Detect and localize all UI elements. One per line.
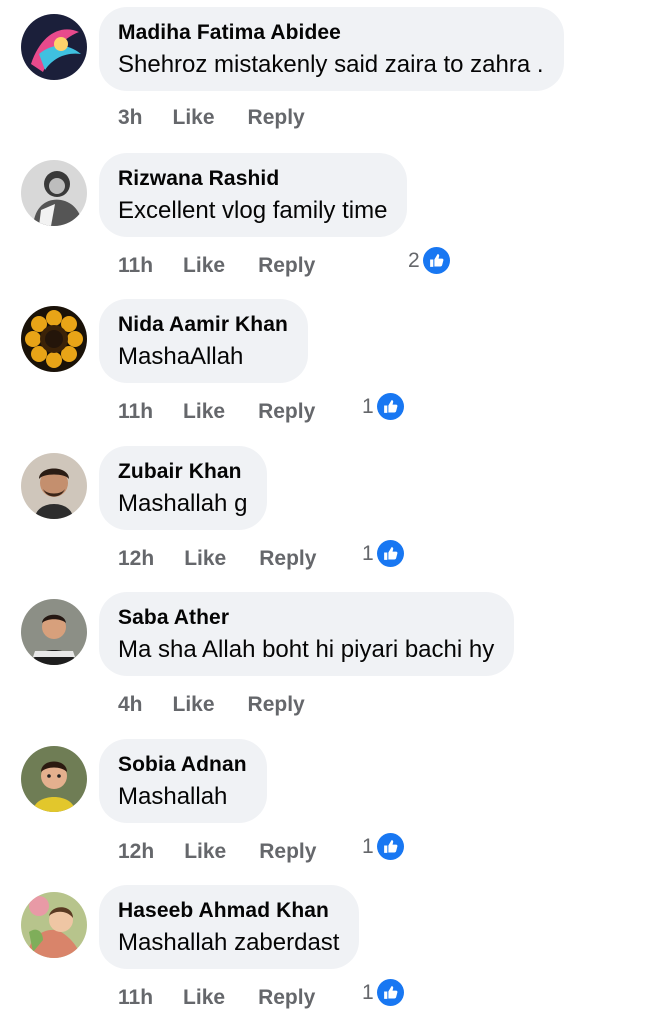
reaction-count: 2: [408, 248, 420, 272]
comment-bubble: Madiha Fatima Abidee Shehroz mistakenly …: [99, 7, 564, 91]
reply-button[interactable]: Reply: [259, 840, 316, 864]
comment-author[interactable]: Sobia Adnan: [118, 752, 247, 778]
reaction-count: 1: [362, 541, 374, 565]
comment-meta: 12h Like Reply: [118, 544, 316, 574]
comment-text: Mashallah: [118, 783, 228, 810]
reply-button[interactable]: Reply: [258, 986, 315, 1010]
comment-text: Ma sha Allah boht hi piyari bachi hy: [118, 636, 495, 663]
like-button[interactable]: Like: [184, 840, 226, 864]
avatar[interactable]: [21, 599, 87, 665]
comment-time[interactable]: 3h: [118, 106, 143, 130]
comment: Rizwana Rashid Excellent vlog family tim…: [0, 153, 659, 299]
comment: Zubair Khan Mashallah g 12h Like Reply 1: [0, 446, 659, 592]
comment-bubble: Haseeb Ahmad Khan Mashallah zaberdast: [99, 885, 360, 969]
comment-text: Mashallah zaberdast: [118, 929, 340, 956]
comment-text: Mashallah g: [118, 490, 248, 517]
comment-bubble: Saba Ather Ma sha Allah boht hi piyari b…: [99, 592, 515, 676]
comment-time[interactable]: 11h: [118, 254, 153, 278]
like-button[interactable]: Like: [173, 693, 215, 717]
like-button[interactable]: Like: [183, 400, 225, 424]
comment-bubble: Rizwana Rashid Excellent vlog family tim…: [99, 153, 408, 237]
avatar[interactable]: [21, 14, 87, 80]
thumbs-up-icon: [376, 393, 404, 420]
like-button[interactable]: Like: [183, 986, 225, 1010]
comment-text: Excellent vlog family time: [118, 197, 388, 224]
reaction-summary[interactable]: 1: [362, 393, 404, 420]
reply-button[interactable]: Reply: [259, 547, 316, 571]
avatar[interactable]: [21, 892, 87, 958]
comment-time[interactable]: 12h: [118, 840, 154, 864]
comment-bubble: Zubair Khan Mashallah g: [99, 446, 268, 530]
comment-author[interactable]: Madiha Fatima Abidee: [118, 20, 544, 46]
avatar[interactable]: [21, 160, 87, 226]
comment-meta: 4h Like Reply: [118, 690, 305, 720]
comment-text: MashaAllah: [118, 343, 244, 370]
comment-meta: 11h Like Reply: [118, 983, 315, 1013]
comment-time[interactable]: 12h: [118, 547, 154, 571]
comment-bubble: Nida Aamir Khan MashaAllah: [99, 299, 308, 383]
comment-author[interactable]: Zubair Khan: [118, 459, 247, 485]
like-button[interactable]: Like: [173, 106, 215, 130]
reply-button[interactable]: Reply: [258, 400, 315, 424]
comment-time[interactable]: 4h: [118, 693, 143, 717]
comment-author[interactable]: Rizwana Rashid: [118, 166, 387, 192]
reaction-summary[interactable]: 1: [362, 833, 404, 860]
reaction-summary[interactable]: 1: [362, 979, 404, 1006]
reply-button[interactable]: Reply: [248, 693, 305, 717]
comment-bubble: Sobia Adnan Mashallah: [99, 739, 267, 823]
reaction-count: 1: [362, 394, 374, 418]
avatar[interactable]: [21, 453, 87, 519]
comment-author[interactable]: Saba Ather: [118, 605, 494, 631]
avatar[interactable]: [21, 746, 87, 812]
comment: Madiha Fatima Abidee Shehroz mistakenly …: [0, 7, 659, 153]
reaction-count: 1: [362, 834, 374, 858]
reply-button[interactable]: Reply: [248, 106, 305, 130]
thumbs-up-icon: [376, 833, 404, 860]
comment-author[interactable]: Nida Aamir Khan: [118, 312, 288, 338]
reply-button[interactable]: Reply: [258, 254, 315, 278]
comment-meta: 11h Like Reply: [118, 251, 315, 281]
reaction-summary[interactable]: 1: [362, 540, 404, 567]
comment-time[interactable]: 11h: [118, 400, 153, 424]
comment: Saba Ather Ma sha Allah boht hi piyari b…: [0, 592, 659, 738]
comment-time[interactable]: 11h: [118, 986, 153, 1010]
comment-meta: 12h Like Reply: [118, 837, 316, 867]
thumbs-up-icon: [376, 979, 404, 1006]
comment: Nida Aamir Khan MashaAllah 11h Like Repl…: [0, 299, 659, 445]
comment: Sobia Adnan Mashallah 12h Like Reply 1: [0, 739, 659, 885]
comment: Haseeb Ahmad Khan Mashallah zaberdast 11…: [0, 885, 659, 1031]
reaction-summary[interactable]: 2: [408, 247, 450, 274]
thumbs-up-icon: [376, 540, 404, 567]
comment-meta: 3h Like Reply: [118, 103, 305, 133]
reaction-count: 1: [362, 980, 374, 1004]
comment-meta: 11h Like Reply: [118, 397, 315, 427]
avatar[interactable]: [21, 306, 87, 372]
comment-author[interactable]: Haseeb Ahmad Khan: [118, 898, 339, 924]
comment-text: Shehroz mistakenly said zaira to zahra .: [118, 51, 544, 78]
like-button[interactable]: Like: [184, 547, 226, 571]
thumbs-up-icon: [422, 247, 450, 274]
like-button[interactable]: Like: [183, 254, 225, 278]
